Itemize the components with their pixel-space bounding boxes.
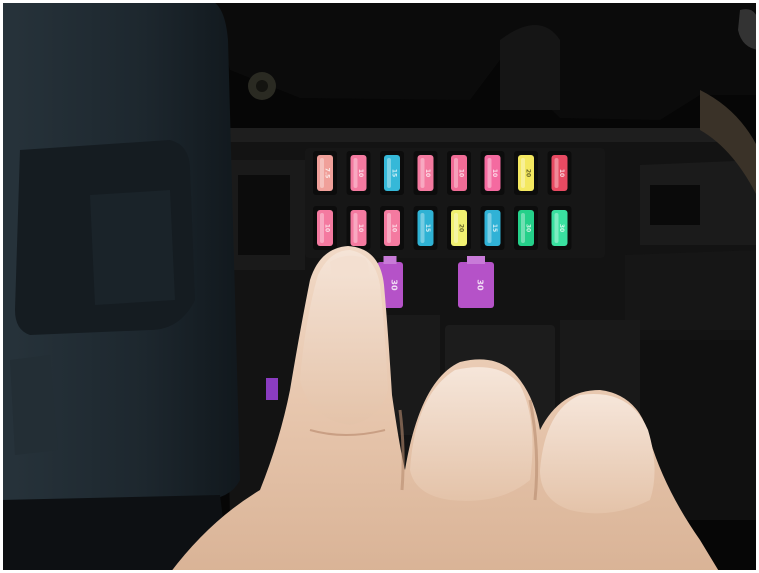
fuse-highlight [554, 213, 559, 243]
left-socket-inner [238, 175, 290, 255]
fuse-highlight [487, 213, 492, 243]
fuse-rating-label: 15 [491, 224, 498, 232]
fuse-rating-label: 7.5 [324, 168, 331, 179]
upper-bracket [500, 25, 560, 110]
fuse-rating-label: 10 [324, 224, 331, 232]
fuse-highlight [320, 213, 324, 243]
fuse-highlight [521, 213, 525, 243]
fuse-rating-label: 10 [458, 169, 465, 177]
screw-slot [256, 80, 268, 92]
fuse-box-top-edge [222, 128, 722, 142]
fuse-highlight [454, 213, 458, 243]
fuse-box-photo: 7.5 10 15 10 10 10 20 10 10 10 10 15 20 15 30 30 30 30 [0, 0, 759, 573]
fuse-rating-label: 10 [391, 224, 398, 232]
fuse-highlight [454, 158, 458, 188]
maxi-fuse-rating-label: 30 [476, 279, 485, 291]
fuse-rating-label: 10 [491, 169, 498, 177]
fuse-rating-label: 10 [424, 169, 431, 177]
fuse-rating-label: 30 [525, 224, 532, 232]
maxi-fuse-grip [383, 256, 397, 264]
fuse-rating-label: 15 [424, 224, 431, 232]
fuse-rating-label: 10 [558, 169, 565, 177]
fuse-highlight [487, 158, 492, 188]
purple-indicator [266, 378, 278, 400]
fuse-rating-label: 20 [458, 224, 465, 232]
panel-tab [10, 355, 58, 455]
right-connector-lower [625, 250, 759, 330]
right-connector-slot [650, 185, 700, 225]
fuse-rating-label: 10 [357, 224, 364, 232]
maxi-fuse-grip [467, 256, 485, 264]
maxi-fuse-rating-label: 30 [390, 279, 399, 291]
fuse-rating-label: 10 [357, 169, 364, 177]
fuse-rating-label: 15 [391, 169, 398, 177]
fuse-highlight [387, 158, 391, 188]
fuse-rating-label: 20 [525, 169, 532, 177]
fuse-highlight [420, 158, 425, 188]
panel-clip [90, 190, 175, 305]
fuse-highlight [320, 158, 324, 188]
fuse-highlight [420, 213, 425, 243]
fuse-highlight [353, 158, 358, 188]
fuse-rating-label: 30 [558, 224, 565, 232]
fuse-highlight [353, 213, 358, 243]
fuse-highlight [387, 213, 391, 243]
fuse-highlight [521, 158, 525, 188]
fuse-highlight [554, 158, 559, 188]
